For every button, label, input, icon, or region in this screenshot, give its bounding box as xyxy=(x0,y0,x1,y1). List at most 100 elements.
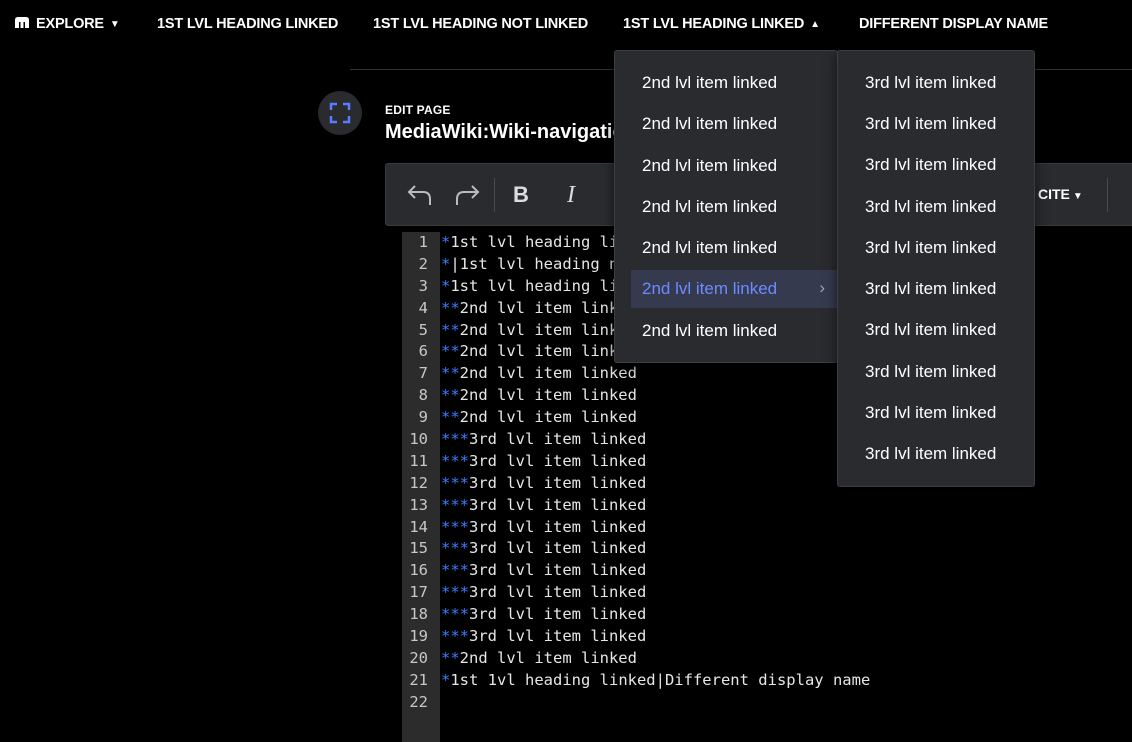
fullscreen-button[interactable] xyxy=(318,91,362,135)
dropdown-item[interactable]: 3rd lvl item linked xyxy=(838,311,1034,349)
italic-icon: I xyxy=(567,181,575,208)
line-content: 2nd lvl item linked xyxy=(459,648,637,667)
line-number: 12 xyxy=(409,473,428,492)
page-title: MediaWiki:Wiki-navigation xyxy=(385,121,625,143)
line-content: 3rd lvl item linked xyxy=(469,451,647,470)
line-number: 9 xyxy=(418,408,428,427)
code-line: 17 ***3rd lvl item linked xyxy=(402,582,646,604)
code-line: 21 *1st 1vl heading linked|Different disp… xyxy=(402,670,870,692)
dropdown-item[interactable]: 3rd lvl item linked xyxy=(838,353,1034,391)
dropdown-item-label: 3rd lvl item linked xyxy=(865,155,997,174)
cite-button[interactable]: CITE ▼ xyxy=(1038,186,1083,202)
line-text: **2nd lvl item linked xyxy=(441,407,637,429)
dropdown-item-label: 2nd lvl item linked xyxy=(642,279,778,298)
list-markup: *** xyxy=(441,605,469,624)
line-content: 3rd lvl item linked xyxy=(469,430,647,449)
line-number: 8 xyxy=(418,386,428,405)
dropdown-item[interactable]: 3rd lvl item linked xyxy=(838,435,1034,473)
line-text: **2nd lvl item linked xyxy=(441,648,637,670)
dropdown-second-level: 2nd lvl item linked 2nd lvl item linked 2n… xyxy=(614,50,838,363)
italic-button[interactable]: I xyxy=(554,178,588,212)
dropdown-item[interactable]: 3rd lvl item linked xyxy=(838,270,1034,308)
dropdown-item-label: 3rd lvl item linked xyxy=(865,279,997,298)
line-content: 2nd lvl item linked xyxy=(459,298,637,317)
dropdown-item[interactable]: 2nd lvl item linked xyxy=(615,64,837,102)
line-content: 3rd lvl item linked xyxy=(469,583,647,602)
code-line: 2 *|1st lvl heading not linked xyxy=(402,254,703,276)
dropdown-item-label: 2nd lvl item linked xyxy=(642,156,778,175)
dropdown-item[interactable]: 2nd lvl item linked xyxy=(615,105,837,143)
redo-button[interactable] xyxy=(450,178,484,212)
line-number: 16 xyxy=(409,561,428,580)
list-markup: * xyxy=(441,233,451,251)
line-content: 3rd lvl item linked xyxy=(469,605,647,624)
list-markup: *** xyxy=(441,495,469,514)
dropdown-item[interactable]: 2nd lvl item linked xyxy=(615,147,837,185)
line-number: 17 xyxy=(409,583,428,602)
line-number: 2 xyxy=(418,254,428,273)
caret-down-icon: ▼ xyxy=(109,19,120,30)
dropdown-item-label: 2nd lvl item linked xyxy=(642,321,778,340)
line-number: 5 xyxy=(418,320,428,339)
line-text: ***3rd lvl item linked xyxy=(441,473,646,495)
nav-item-1[interactable]: 1ST LVL HEADING LINKED xyxy=(157,16,338,32)
code-editor[interactable]: 1 *1st lvl heading linked 2 *|1st lvl headi… xyxy=(402,232,870,714)
nav-explore[interactable]: EXPLORE ▼ xyxy=(14,16,120,32)
line-text: ***3rd lvl item linked xyxy=(441,495,646,517)
dropdown-item-label: 3rd lvl item linked xyxy=(865,403,997,422)
code-line: 22 xyxy=(402,692,428,714)
line-number: 6 xyxy=(418,342,428,361)
list-markup: ** xyxy=(441,386,460,405)
list-markup: *** xyxy=(441,473,469,492)
line-text: ***3rd lvl item linked xyxy=(441,451,646,473)
dropdown-item-label: 3rd lvl item linked xyxy=(865,320,997,339)
line-number: 13 xyxy=(409,495,428,514)
dropdown-item[interactable]: 3rd lvl item linked xyxy=(838,394,1034,432)
code-line: 15 ***3rd lvl item linked xyxy=(402,538,646,560)
line-text: **2nd lvl item linked xyxy=(441,363,637,385)
line-content: 3rd lvl item linked xyxy=(469,495,647,514)
line-number: 4 xyxy=(418,298,428,317)
line-content: 3rd lvl item linked xyxy=(469,627,647,646)
line-content: 2nd lvl item linked xyxy=(459,342,637,361)
line-content: 1st 1vl heading linked|Different display… xyxy=(450,670,871,689)
dropdown-item[interactable]: 3rd lvl item linked xyxy=(838,64,1034,102)
line-text: ***3rd lvl item linked xyxy=(441,582,646,604)
line-content: 2nd lvl item linked xyxy=(459,386,637,405)
code-line: 11 ***3rd lvl item linked xyxy=(402,451,646,473)
list-markup: ** xyxy=(441,298,460,317)
line-content: 3rd lvl item linked xyxy=(469,561,647,580)
dropdown-item[interactable]: 2nd lvl item linked xyxy=(615,229,837,267)
bold-icon: B xyxy=(513,182,529,207)
dropdown-item-label: 2nd lvl item linked xyxy=(642,197,778,216)
line-number: 10 xyxy=(409,430,428,449)
expand-icon xyxy=(329,102,351,124)
dropdown-item-label: 2nd lvl item linked xyxy=(642,114,778,133)
dropdown-item[interactable]: 3rd lvl item linked xyxy=(838,105,1034,143)
bold-button[interactable]: B xyxy=(504,178,538,212)
nav-item-4[interactable]: DIFFERENT DISPLAY NAME xyxy=(859,16,1048,32)
list-markup: * xyxy=(441,670,451,689)
nav-item-3-label: 1ST LVL HEADING LINKED xyxy=(623,16,805,32)
nav-item-2[interactable]: 1ST LVL HEADING NOT LINKED xyxy=(373,16,588,32)
nav-item-3[interactable]: 1ST LVL HEADING LINKED ▲ xyxy=(623,16,820,32)
line-text: **2nd lvl item linked xyxy=(441,298,637,320)
code-line: 16 ***3rd lvl item linked xyxy=(402,560,646,582)
line-content: 2nd lvl item linked xyxy=(459,408,637,427)
code-line: 20 **2nd lvl item linked xyxy=(402,648,637,670)
dropdown-item[interactable]: 3rd lvl item linked xyxy=(838,188,1034,226)
dropdown-item[interactable]: 2nd lvl item linked › xyxy=(631,270,837,308)
dropdown-item[interactable]: 2nd lvl item linked xyxy=(615,312,837,350)
line-number: 19 xyxy=(409,627,428,646)
redo-icon xyxy=(456,185,480,205)
dropdown-item[interactable]: 3rd lvl item linked xyxy=(838,229,1034,267)
dropdown-item[interactable]: 3rd lvl item linked xyxy=(838,146,1034,184)
line-number: 18 xyxy=(409,605,428,624)
code-line: 14 ***3rd lvl item linked xyxy=(402,517,646,539)
dropdown-item[interactable]: 2nd lvl item linked xyxy=(615,188,837,226)
code-line: 12 ***3rd lvl item linked xyxy=(402,473,646,495)
code-line: 5 **2nd lvl item linked xyxy=(402,320,637,342)
undo-button[interactable] xyxy=(403,178,437,212)
code-line: 4 **2nd lvl item linked xyxy=(402,298,637,320)
caret-down-icon: ▼ xyxy=(1072,191,1083,202)
